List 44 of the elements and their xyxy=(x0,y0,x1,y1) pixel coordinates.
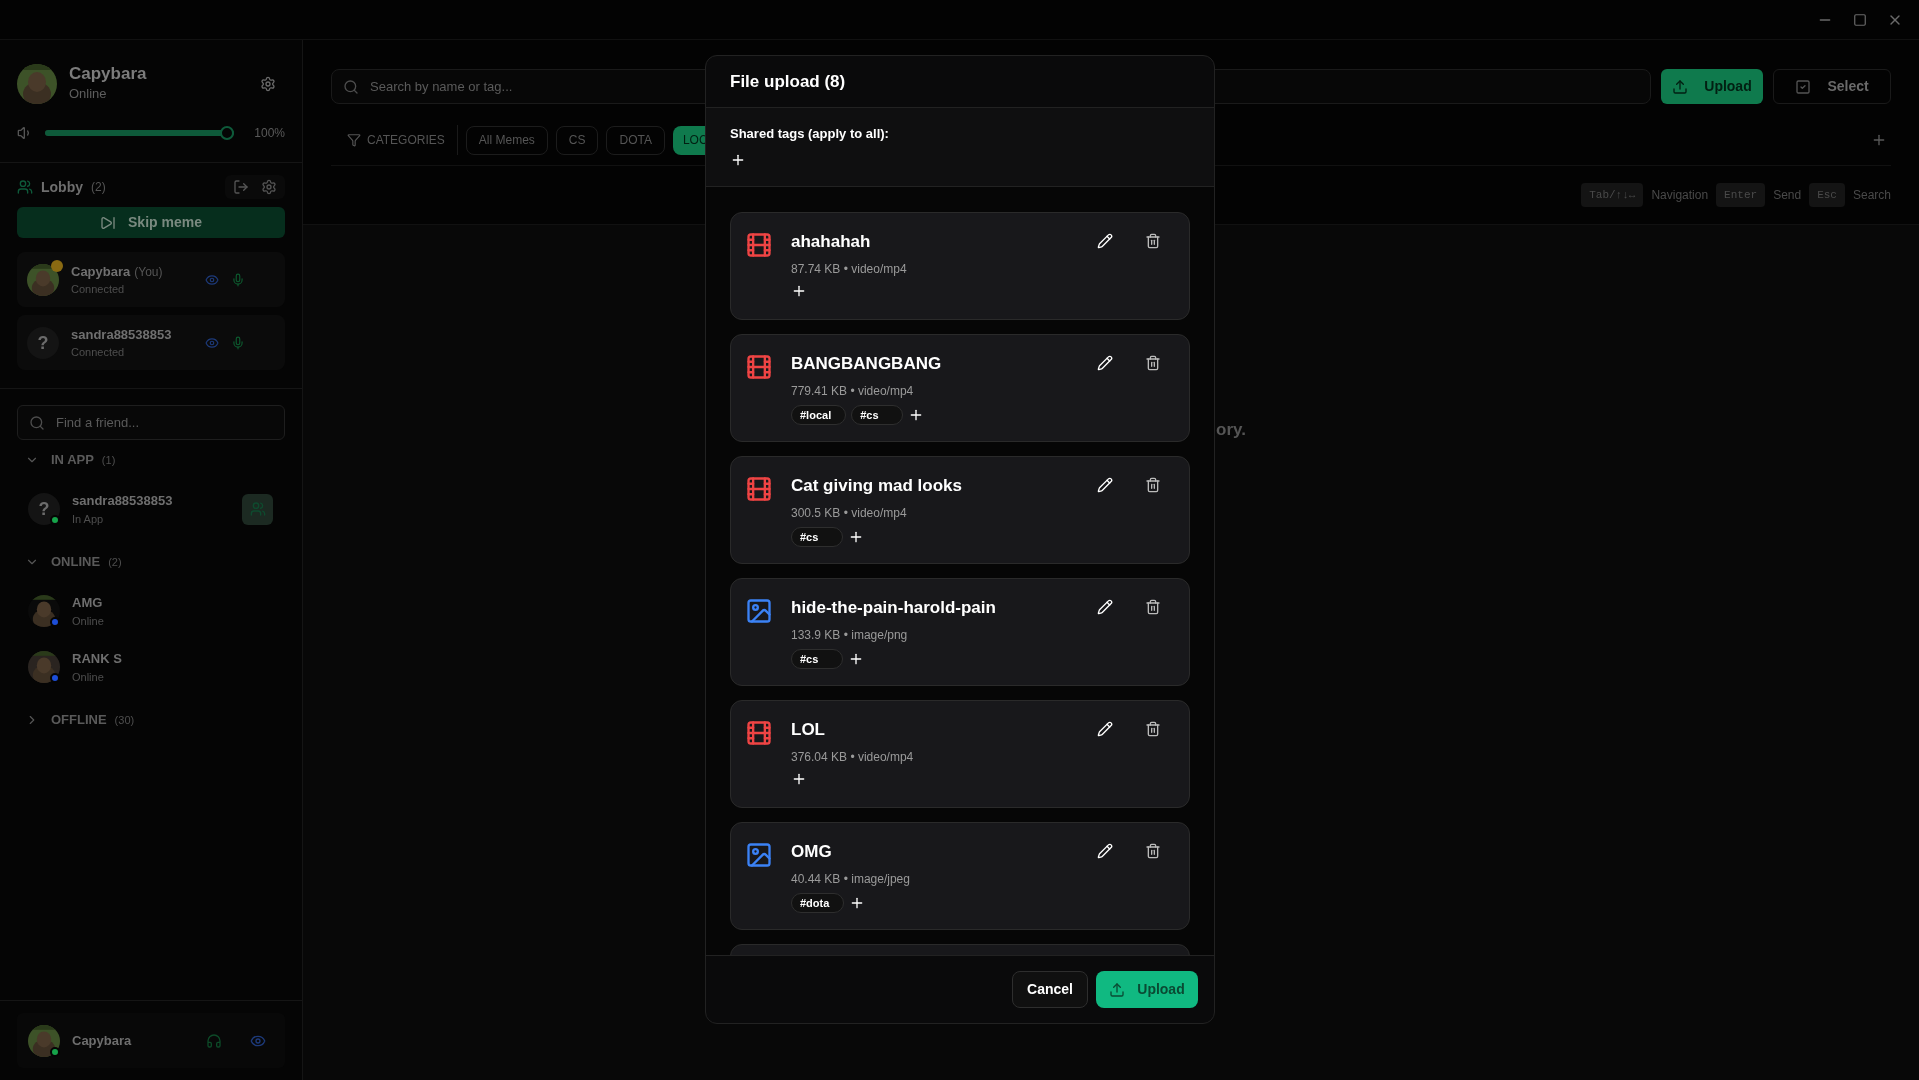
dialog-title: File upload (8) xyxy=(730,70,846,93)
file-name: ahahahah xyxy=(791,231,872,253)
you-label: (You) xyxy=(134,263,163,281)
file-info: 779.41 KB • video/mp4 xyxy=(791,383,915,400)
question-mark: ? xyxy=(37,333,49,352)
file-info: 300.5 KB • video/mp4 xyxy=(791,505,908,522)
group-count: (30) xyxy=(114,712,135,728)
shortcut-label: Search xyxy=(1852,187,1891,204)
current-user-name: Capybara xyxy=(72,1031,133,1050)
profile-name: Capybara xyxy=(69,64,148,85)
member-name: Capybara xyxy=(71,262,131,281)
file-name: Cat giving mad looks xyxy=(791,475,963,497)
friend-status: Online xyxy=(72,613,105,629)
volume-reading: 100% xyxy=(254,125,285,142)
group-title: ONLINE xyxy=(51,553,101,572)
profile-status: Online xyxy=(69,85,108,104)
file-name: OMG xyxy=(791,841,833,863)
empty-message: ory. xyxy=(1216,420,1246,439)
member-status: Connected xyxy=(71,345,126,360)
file-name: LOL xyxy=(791,719,826,741)
file-info: 133.9 KB • image/png xyxy=(791,627,909,644)
file-name: BANGBANGBANG xyxy=(791,353,943,375)
file-info: 376.04 KB • video/mp4 xyxy=(791,749,915,766)
group-title: IN APP xyxy=(51,451,94,470)
categories-label: CATEGORIES xyxy=(367,125,458,155)
friend-name: RANK S xyxy=(72,650,123,668)
friend-name: AMG xyxy=(72,594,104,612)
file-info: 40.44 KB • image/jpeg xyxy=(791,871,911,888)
friend-status: In App xyxy=(72,511,105,527)
shared-tags-label: Shared tags (apply to all): xyxy=(730,125,890,143)
shortcut-label: Navigation xyxy=(1651,187,1709,204)
member-name: sandra88538853 xyxy=(71,325,172,344)
group-count: (1) xyxy=(101,452,116,468)
friend-status: Online xyxy=(72,669,105,685)
file-name: hide-the-pain-harold-pain xyxy=(791,597,997,619)
question-mark: ? xyxy=(38,500,50,518)
lobby-count: (2) xyxy=(91,179,106,196)
group-title: OFFLINE xyxy=(51,711,107,730)
file-info: 87.74 KB • video/mp4 xyxy=(791,261,908,278)
lobby-title: Lobby xyxy=(41,177,83,197)
group-count: (2) xyxy=(108,554,122,570)
member-status: Connected xyxy=(71,282,126,297)
shortcut-label: Send xyxy=(1773,187,1802,204)
friend-name: sandra88538853 xyxy=(72,492,174,510)
